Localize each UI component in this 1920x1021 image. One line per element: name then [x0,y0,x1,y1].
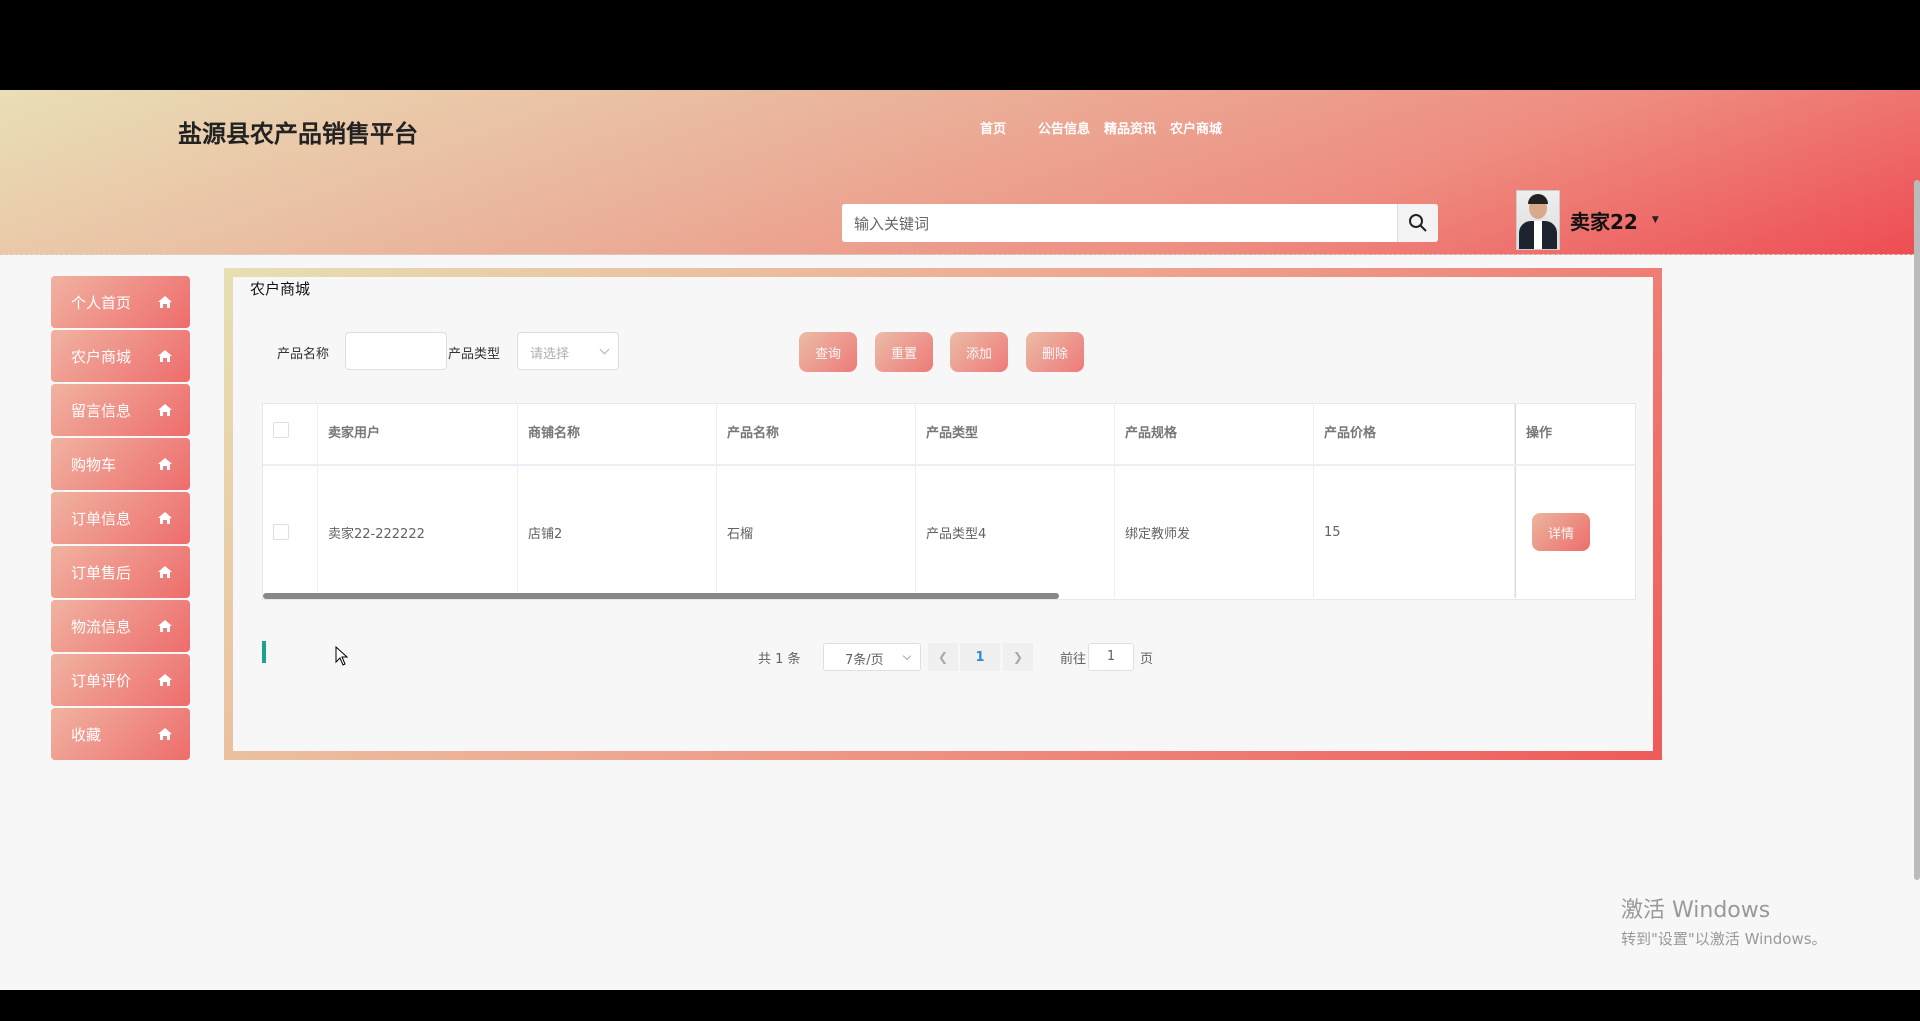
sidebar-item-label: 订单评价 [71,671,132,690]
chevron-right-icon: ❯ [1012,650,1024,664]
cell-product: 石榴 [717,466,916,598]
product-name-input[interactable] [345,332,447,370]
query-button[interactable]: 查询 [799,332,857,372]
sidebar-item-profile[interactable]: 个人首页 [51,276,190,328]
home-icon [158,350,172,362]
search-icon [1409,214,1427,232]
main-nav: 首页 公告信息 精品资讯 农户商城 [980,118,1244,137]
vertical-scrollbar[interactable] [1914,180,1920,880]
username: 卖家22 [1570,209,1638,234]
product-type-label: 产品类型 [448,347,501,362]
col-price: 产品价格 [1314,404,1515,464]
site-title: 盐源县农产品销售平台 [178,120,418,148]
cell-shop: 店铺2 [518,466,717,598]
sidebar-item-label: 物流信息 [71,617,132,636]
sidebar-item-cart[interactable]: 购物车 [51,438,190,490]
sidebar-item-label: 留言信息 [71,401,132,420]
home-icon [158,728,172,740]
sidebar-item-label: 个人首页 [71,293,132,312]
cell-actions: 详情 [1515,466,1635,598]
detail-button[interactable]: 详情 [1532,513,1590,551]
add-button[interactable]: 添加 [950,332,1008,372]
home-icon [158,566,172,578]
goto-page-input[interactable]: 1 [1088,643,1134,671]
sidebar-item-logistics[interactable]: 物流信息 [51,600,190,652]
prev-page-button[interactable]: ❮ [928,643,958,671]
sidebar-item-label: 购物车 [71,455,117,474]
product-table: 卖家用户 商铺名称 产品名称 产品类型 产品规格 产品价格 操作 卖家22-22… [262,403,1636,600]
caret-down-icon: ▼ [1651,215,1659,225]
home-icon [158,296,172,308]
page-unit-label: 页 [1140,652,1154,667]
search-button[interactable] [1397,204,1438,242]
page-size-select[interactable]: 7条/页 [823,643,921,671]
sidebar-item-label: 收藏 [71,725,102,744]
cell-seller: 卖家22-222222 [318,466,518,598]
table-header: 卖家用户 商铺名称 产品名称 产品类型 产品规格 产品价格 操作 [263,404,1635,466]
nav-notices[interactable]: 公告信息 [1038,118,1090,137]
col-shop: 商铺名称 [518,404,717,464]
select-placeholder: 请选择 [530,347,570,362]
select-all-checkbox[interactable] [273,422,289,438]
col-spec: 产品规格 [1115,404,1314,464]
horizontal-scrollbar[interactable] [263,593,1059,599]
product-name-label: 产品名称 [277,347,330,362]
row-checkbox-cell [263,466,318,598]
avatar [1516,190,1560,250]
col-type: 产品类型 [916,404,1115,464]
home-icon [158,620,172,632]
app-screen: 盐源县农产品销售平台 首页 公告信息 精品资讯 农户商城 卖家22 ▼ 个人首 [0,90,1920,990]
pagination: 共 1 条 7条/页 ❮ 1 ❯ 前往 1 页 [233,643,1653,671]
nav-home[interactable]: 首页 [980,118,1006,137]
reset-button[interactable]: 重置 [875,332,933,372]
nav-news[interactable]: 精品资讯 [1104,118,1156,137]
sidebar: 个人首页 农户商城 留言信息 购物车 订单信息 订单售后 物流信息 订单评价 收… [51,276,190,762]
page-number-current[interactable]: 1 [960,643,1000,671]
sidebar-item-orders[interactable]: 订单信息 [51,492,190,544]
chevron-down-icon [902,651,912,661]
chevron-left-icon: ❮ [937,650,949,664]
sidebar-item-label: 订单售后 [71,563,132,582]
goto-label: 前往 [1060,652,1087,667]
delete-button[interactable]: 删除 [1026,332,1084,372]
col-actions: 操作 [1515,404,1635,464]
watermark-title: 激活 Windows [1621,898,1771,923]
mouse-cursor-icon [335,646,349,666]
col-product: 产品名称 [717,404,916,464]
watermark-subtitle: 转到"设置"以激活 Windows。 [1621,930,1827,948]
chevron-down-icon [599,344,610,355]
select-all-cell [263,404,318,464]
mall-panel: 农户商城 产品名称 产品类型 请选择 查询 重置 添加 删除 卖家用户 商铺名称… [224,268,1662,760]
col-seller: 卖家用户 [318,404,518,464]
home-icon [158,458,172,470]
product-type-select[interactable]: 请选择 [517,332,619,370]
total-count: 共 1 条 [758,652,801,667]
home-icon [158,404,172,416]
sidebar-item-favorites[interactable]: 收藏 [51,708,190,760]
home-icon [158,512,172,524]
cell-type: 产品类型4 [916,466,1115,598]
nav-mall[interactable]: 农户商城 [1170,118,1222,137]
search-input[interactable] [842,204,1406,242]
table-row: 卖家22-222222 店铺2 石榴 产品类型4 绑定教师发 15 详情 [263,466,1635,598]
sidebar-item-label: 农户商城 [71,347,132,366]
row-checkbox[interactable] [273,524,289,540]
top-header: 盐源县农产品销售平台 首页 公告信息 精品资讯 农户商城 卖家22 ▼ [0,90,1920,255]
sidebar-item-reviews[interactable]: 订单评价 [51,654,190,706]
cell-spec: 绑定教师发 [1115,466,1314,598]
user-menu[interactable]: 卖家22 ▼ [1516,190,1659,250]
sidebar-item-messages[interactable]: 留言信息 [51,384,190,436]
next-page-button[interactable]: ❯ [1003,643,1033,671]
home-icon [158,674,172,686]
page-size-value: 7条/页 [845,653,884,668]
sidebar-item-label: 订单信息 [71,509,132,528]
cell-price: 15 [1314,466,1515,598]
windows-activation-watermark: 激活 Windows 转到"设置"以激活 Windows。 [1621,892,1827,949]
sidebar-item-mall[interactable]: 农户商城 [51,330,190,382]
search-box [842,204,1438,242]
panel-title: 农户商城 [250,280,311,298]
sidebar-item-after-sales[interactable]: 订单售后 [51,546,190,598]
